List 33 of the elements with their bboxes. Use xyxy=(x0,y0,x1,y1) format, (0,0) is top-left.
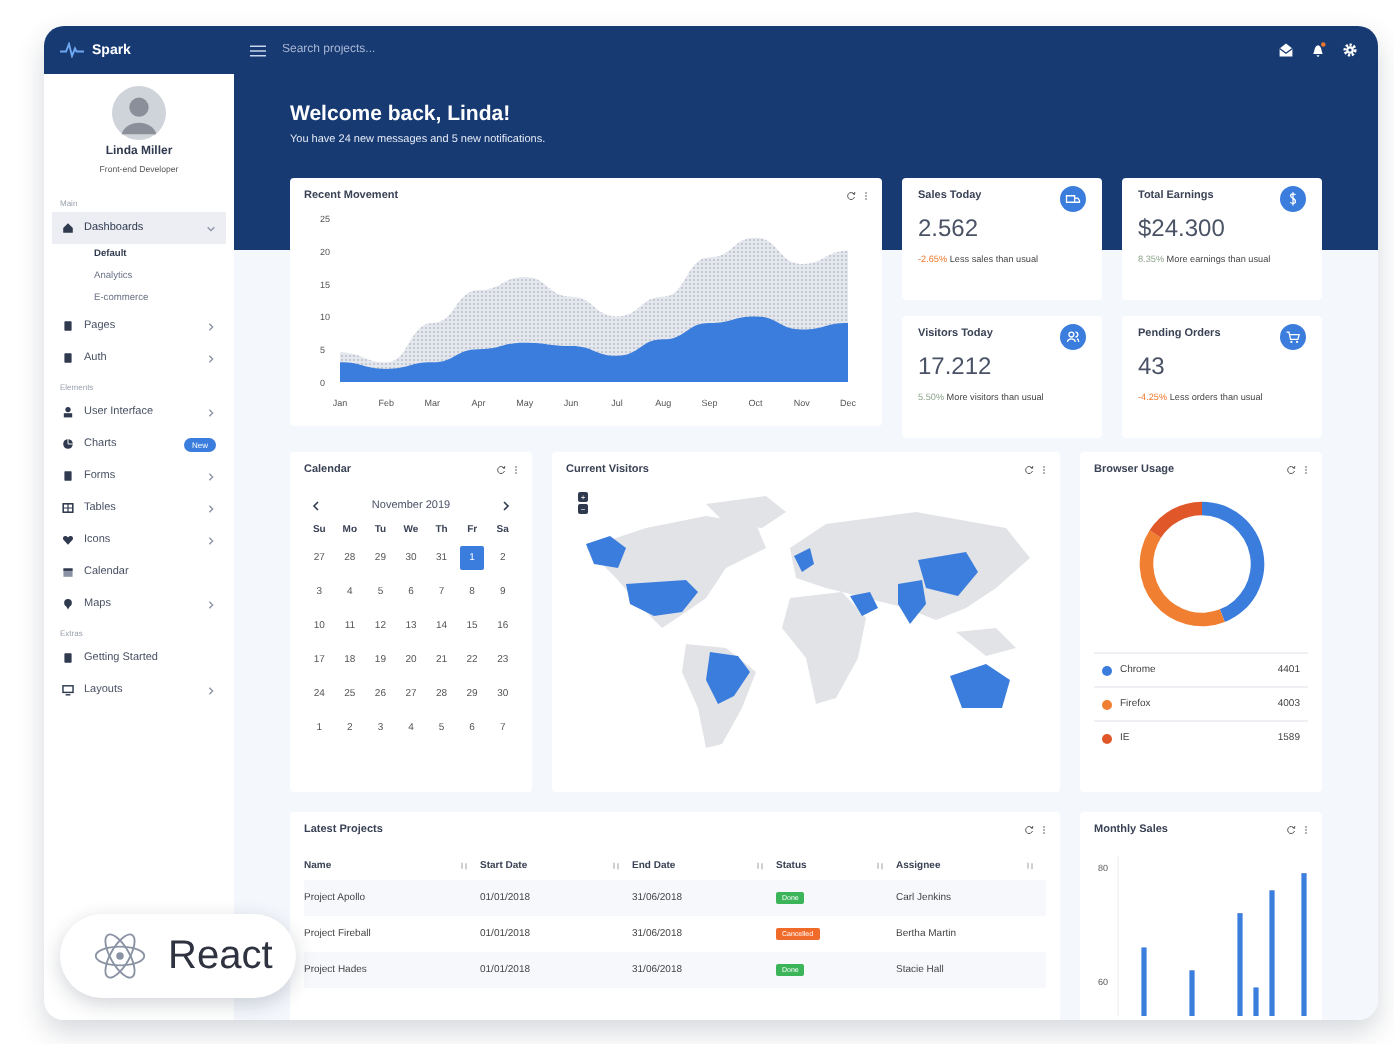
refresh-icon[interactable] xyxy=(1286,824,1296,836)
stat-value: 2.562 xyxy=(918,214,981,242)
map-pin-icon xyxy=(62,598,74,610)
heart-icon xyxy=(62,534,74,546)
settings-icon[interactable] xyxy=(1342,42,1358,58)
welcome-title: Welcome back, Linda! xyxy=(290,102,513,126)
stat-value: $24.300 xyxy=(1138,214,1227,242)
users-icon xyxy=(1060,324,1086,350)
menu-icon[interactable] xyxy=(250,43,266,57)
badge-label: React xyxy=(168,933,273,979)
atom-icon xyxy=(92,928,148,984)
grid-icon xyxy=(62,502,74,514)
user-icon xyxy=(62,406,74,418)
refresh-icon[interactable] xyxy=(1024,824,1034,836)
stat-value: 17.212 xyxy=(918,352,994,380)
pulse-logo-icon xyxy=(60,42,84,58)
stat-value: 43 xyxy=(1138,352,1167,380)
next-month-icon[interactable] xyxy=(501,500,510,512)
refresh-icon[interactable] xyxy=(1024,464,1034,476)
truck-icon xyxy=(1060,186,1086,212)
calendar-icon xyxy=(62,566,74,578)
cart-icon xyxy=(1280,324,1306,350)
refresh-icon[interactable] xyxy=(846,190,856,202)
dollar-icon xyxy=(1280,186,1306,212)
avatar xyxy=(112,86,166,140)
refresh-icon[interactable] xyxy=(1286,464,1296,476)
pie-chart-icon xyxy=(62,438,74,450)
bell-icon[interactable] xyxy=(1310,42,1326,58)
envelope-icon[interactable] xyxy=(1278,42,1294,58)
previous-month-icon[interactable] xyxy=(312,500,320,512)
refresh-icon[interactable] xyxy=(496,464,506,476)
monitor-icon xyxy=(62,684,74,696)
home-icon xyxy=(62,222,74,234)
